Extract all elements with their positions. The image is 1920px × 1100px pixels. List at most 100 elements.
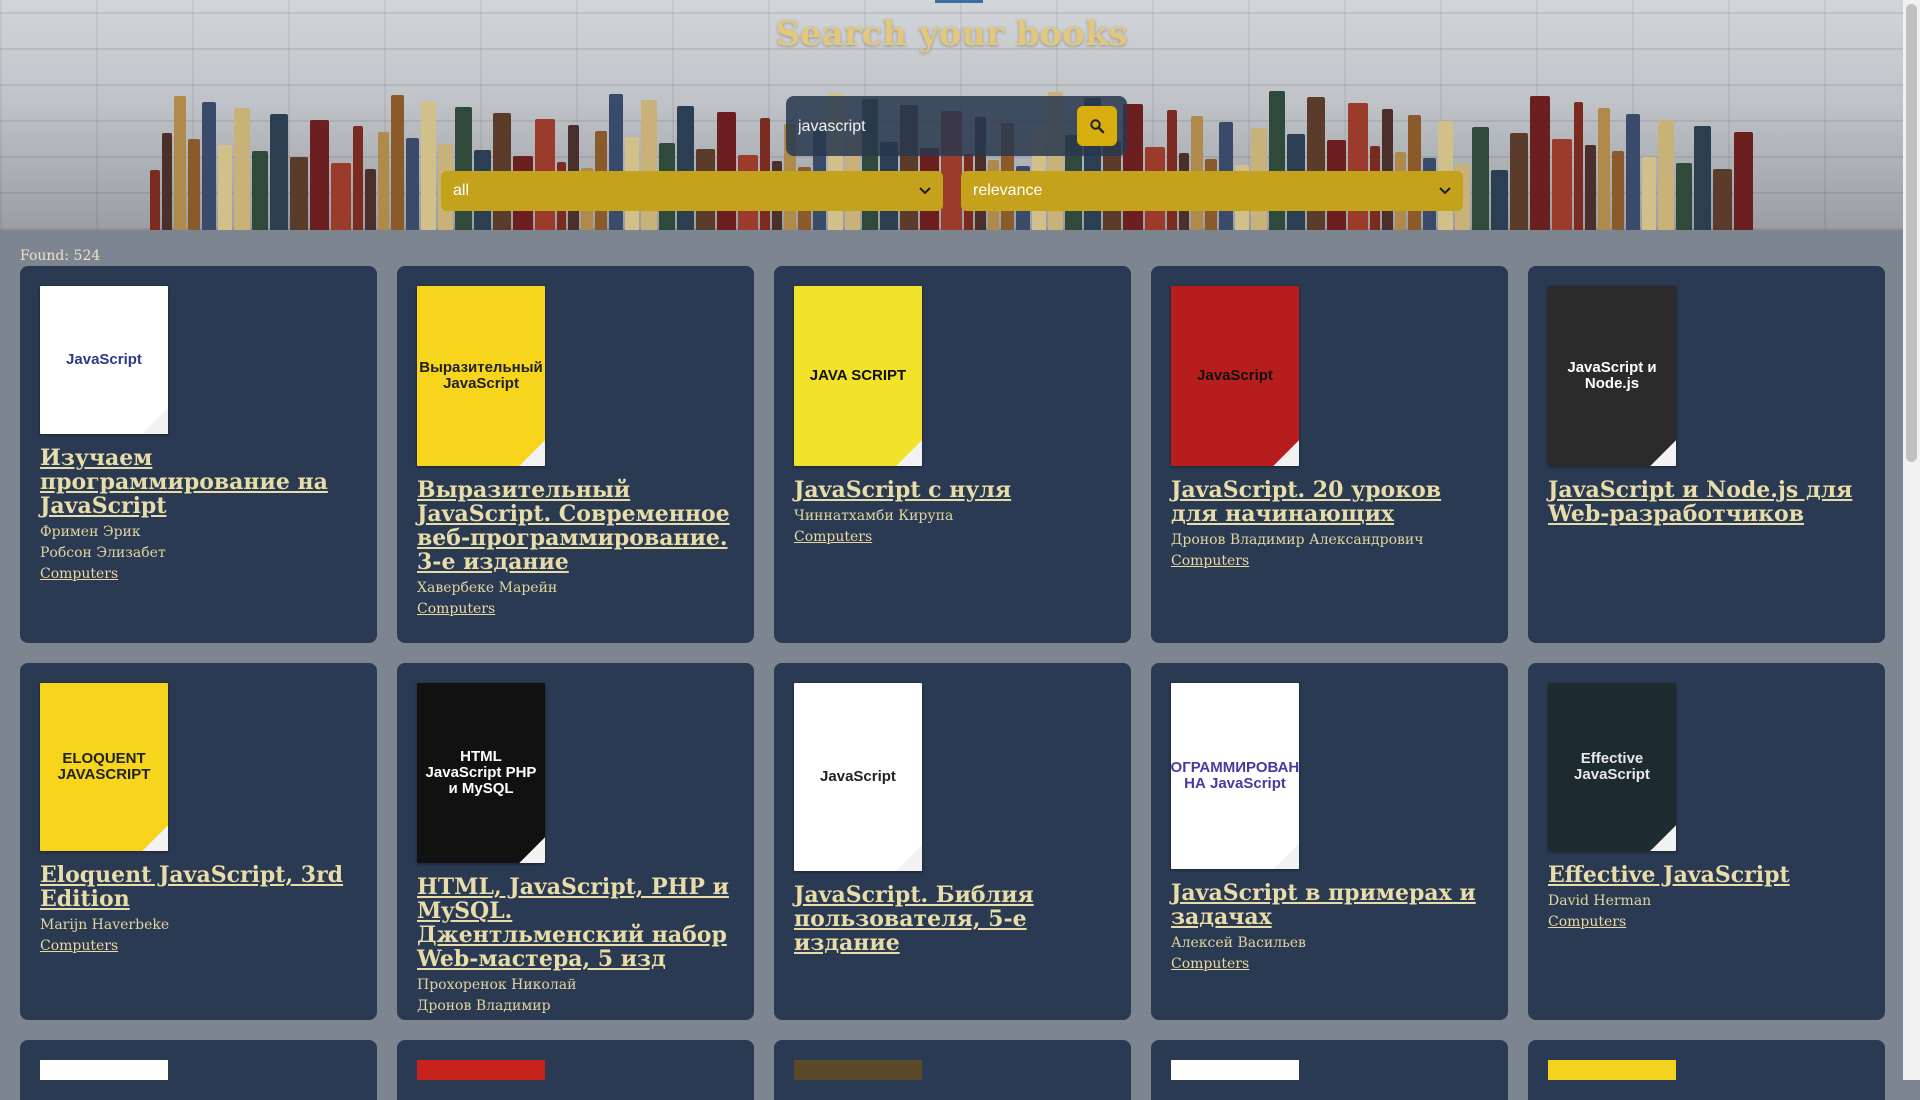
book-category-link[interactable]: Computers bbox=[794, 529, 872, 545]
shelf-book-spine bbox=[331, 163, 352, 230]
shelf-book-spine bbox=[1167, 110, 1177, 230]
results-count: Found: 524 bbox=[20, 248, 101, 264]
book-category-link[interactable]: Computers bbox=[417, 601, 495, 617]
book-title-link[interactable]: JavaScript и Node.js для Web-разработчик… bbox=[1548, 478, 1865, 526]
book-cover-image[interactable]: Выразительный JavaScript bbox=[417, 286, 545, 466]
shelf-book-spine bbox=[150, 170, 160, 230]
shelf-book-spine bbox=[1585, 145, 1597, 230]
book-cover-image[interactable] bbox=[40, 1060, 168, 1080]
shelf-book-spine bbox=[391, 95, 404, 230]
shelf-book-spine bbox=[289, 157, 308, 230]
book-cover-image[interactable]: ELOQUENT JAVASCRIPT bbox=[40, 683, 168, 851]
book-title-link[interactable]: Выразительный JavaScript. Современное ве… bbox=[417, 478, 734, 574]
shelf-book-spine bbox=[1733, 132, 1753, 230]
shelf-book-spine bbox=[1694, 126, 1712, 230]
category-select-value: all bbox=[453, 182, 470, 199]
book-card: ПРОГРАММИРОВАНИЕ НА JavaScript JavaScript… bbox=[1151, 663, 1508, 1020]
book-category-link[interactable]: Computers bbox=[1171, 553, 1249, 569]
book-card: JavaScript JavaScript. 20 уроков для начи… bbox=[1151, 266, 1508, 643]
category-select[interactable]: all bbox=[441, 171, 943, 211]
shelf-book-spine bbox=[270, 114, 288, 230]
book-author: Дронов Владимир Александрович bbox=[1171, 532, 1424, 548]
search-box bbox=[786, 96, 1127, 156]
book-cover-image[interactable]: JavaScript и Node.js bbox=[1548, 286, 1676, 466]
book-author: Прохоренок Николай bbox=[417, 977, 577, 993]
header-banner: Search your books all relevance bbox=[0, 0, 1903, 230]
book-card: Выразительный JavaScript Выразительный Ja… bbox=[397, 266, 754, 643]
book-title-link[interactable]: Eloquent JavaScript, 3rd Edition bbox=[40, 863, 357, 911]
book-card bbox=[397, 1040, 754, 1100]
book-author: Алексей Васильев bbox=[1171, 935, 1306, 951]
shelf-book-spine bbox=[1598, 108, 1610, 230]
shelf-book-spine bbox=[174, 96, 186, 230]
shelf-book-spine bbox=[251, 151, 269, 230]
shelf-book-spine bbox=[1382, 109, 1393, 230]
book-card: HTML JavaScript PHP и MySQL HTML, JavaScr… bbox=[397, 663, 754, 1020]
book-title-link[interactable]: JavaScript с нуля bbox=[794, 478, 1111, 502]
cover-title-text: JAVA SCRIPT bbox=[809, 367, 907, 385]
shelf-book-spine bbox=[1530, 96, 1550, 230]
book-author: Хавербеке Марейн bbox=[417, 580, 558, 596]
book-category-link[interactable]: Computers bbox=[1548, 914, 1626, 930]
book-cover-image[interactable] bbox=[1171, 1060, 1299, 1080]
book-category-link[interactable]: Computers bbox=[40, 938, 118, 954]
cover-title-text: JavaScript bbox=[66, 351, 142, 369]
shelf-book-spine bbox=[365, 169, 376, 230]
book-cover-image[interactable] bbox=[417, 1060, 545, 1080]
book-card bbox=[774, 1040, 1131, 1100]
sort-select[interactable]: relevance bbox=[961, 171, 1463, 211]
book-author: Дронов Владимир bbox=[417, 998, 551, 1014]
book-cover-image[interactable] bbox=[1548, 1060, 1676, 1080]
shelf-book-spine bbox=[1611, 151, 1625, 230]
book-cover-image[interactable]: JavaScript bbox=[1171, 286, 1299, 466]
shelf-book-spine bbox=[421, 101, 436, 230]
book-title-link[interactable]: JavaScript в примерах и задачах bbox=[1171, 881, 1488, 929]
shelf-book-spine bbox=[187, 139, 201, 230]
shelf-book-spine bbox=[1573, 102, 1584, 230]
search-input[interactable] bbox=[796, 108, 1060, 146]
book-cover-image[interactable]: JavaScript bbox=[794, 683, 922, 871]
shelf-book-spine bbox=[455, 107, 472, 230]
cover-title-text: ПРОГРАММИРОВАНИЕ НА JavaScript bbox=[1171, 759, 1299, 792]
book-cover-image[interactable]: ПРОГРАММИРОВАНИЕ НА JavaScript bbox=[1171, 683, 1299, 869]
book-cover-image[interactable]: HTML JavaScript PHP и MySQL bbox=[417, 683, 545, 863]
shelf-book-spine bbox=[1641, 157, 1657, 230]
book-grid: JavaScript Изучаем программирование на Ja… bbox=[20, 266, 1885, 1020]
shelf-book-spine bbox=[1658, 120, 1674, 230]
shelf-book-spine bbox=[1713, 169, 1732, 230]
book-cover-image[interactable] bbox=[794, 1060, 922, 1080]
book-author: Робсон Элизабет bbox=[40, 545, 166, 561]
book-title-link[interactable]: Изучаем программирование на JavaScript bbox=[40, 446, 357, 518]
book-title-link[interactable]: JavaScript. 20 уроков для начинающих bbox=[1171, 478, 1488, 526]
shelf-book-spine bbox=[1472, 127, 1489, 230]
cover-title-text: Effective JavaScript bbox=[1574, 750, 1650, 783]
sort-select-value: relevance bbox=[973, 182, 1043, 199]
book-cover-image[interactable]: JAVA SCRIPT bbox=[794, 286, 922, 466]
book-category-link[interactable]: Computers bbox=[1171, 956, 1249, 972]
book-card: JavaScript и Node.js JavaScript и Node.js… bbox=[1528, 266, 1885, 643]
scrollbar[interactable] bbox=[1903, 0, 1920, 1080]
shelf-book-spine bbox=[1551, 139, 1572, 230]
shelf-book-spine bbox=[1626, 114, 1640, 230]
shelf-book-spine bbox=[676, 106, 695, 230]
book-cover-image[interactable]: JavaScript bbox=[40, 286, 168, 434]
shelf-book-spine bbox=[217, 145, 233, 230]
shelf-book-spine bbox=[234, 108, 250, 230]
book-card bbox=[20, 1040, 377, 1100]
book-card bbox=[1151, 1040, 1508, 1100]
search-button[interactable] bbox=[1077, 106, 1117, 146]
book-author: David Herman bbox=[1548, 893, 1652, 909]
book-author: Фримен Эрик bbox=[40, 524, 141, 540]
top-accent-bar bbox=[935, 0, 983, 3]
book-title-link[interactable]: JavaScript. Библия пользователя, 5-е изд… bbox=[794, 883, 1111, 955]
book-card: JavaScript Изучаем программирование на Ja… bbox=[20, 266, 377, 643]
book-title-link[interactable]: HTML, JavaScript, PHP и MySQL. Джентльме… bbox=[417, 875, 734, 971]
book-title-link[interactable]: Effective JavaScript bbox=[1548, 863, 1865, 887]
shelf-book-spine bbox=[353, 126, 364, 230]
chevron-down-icon bbox=[919, 187, 931, 195]
book-card: Effective JavaScript Effective JavaScript… bbox=[1528, 663, 1885, 1020]
shelf-book-spine bbox=[405, 138, 420, 230]
book-cover-image[interactable]: Effective JavaScript bbox=[1548, 683, 1676, 851]
book-category-link[interactable]: Computers bbox=[40, 566, 118, 582]
scrollbar-thumb[interactable] bbox=[1906, 4, 1917, 462]
